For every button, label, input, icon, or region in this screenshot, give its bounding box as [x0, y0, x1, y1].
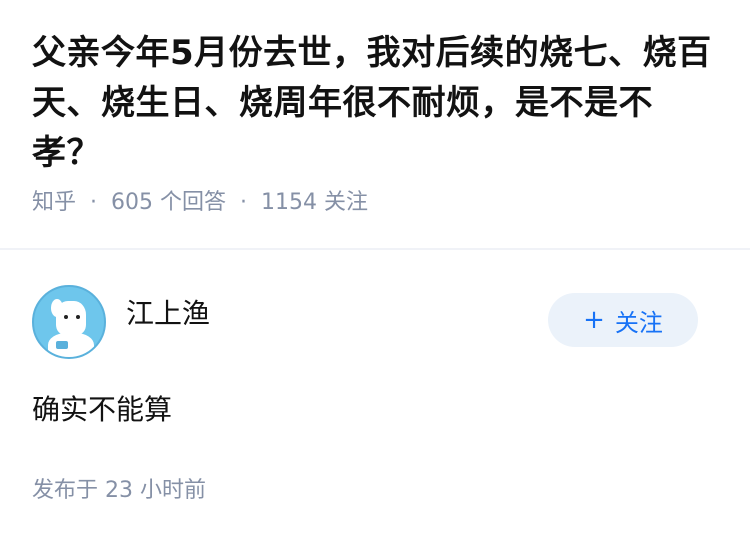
meta-separator: · [90, 190, 98, 215]
avatar-eye [76, 315, 80, 319]
avatar-head [56, 301, 86, 335]
follow-label: 关注 [614, 308, 663, 337]
avatar-badge [56, 341, 68, 349]
author-name[interactable]: 江上渔 [126, 292, 210, 332]
meta-separator: · [240, 190, 248, 215]
avatar-body [48, 333, 94, 357]
answer-content[interactable]: 确实不能算 [32, 390, 718, 430]
avatar-eye [64, 315, 68, 319]
plus-icon: + [583, 305, 605, 335]
answer-count[interactable]: 605 个回答 [111, 188, 226, 218]
author-row: 江上渔 + 关注 [32, 250, 718, 390]
follower-count[interactable]: 1154 关注 [261, 188, 368, 218]
avatar[interactable] [32, 285, 106, 359]
source-label[interactable]: 知乎 [32, 188, 76, 218]
publish-time: 发布于 23 小时前 [32, 478, 206, 503]
follow-button[interactable]: + 关注 [548, 293, 698, 347]
question-title[interactable]: 父亲今年5月份去世，我对后续的烧七、烧百天、烧生日、烧周年很不耐烦，是不是不孝？ [32, 28, 718, 178]
answer-card: 江上渔 + 关注 确实不能算 发布于 23 小时前 [0, 250, 750, 504]
question-meta: 知乎 · 605 个回答 · 1154 关注 [32, 188, 718, 218]
question-header: 父亲今年5月份去世，我对后续的烧七、烧百天、烧生日、烧周年很不耐烦，是不是不孝？… [0, 0, 750, 222]
